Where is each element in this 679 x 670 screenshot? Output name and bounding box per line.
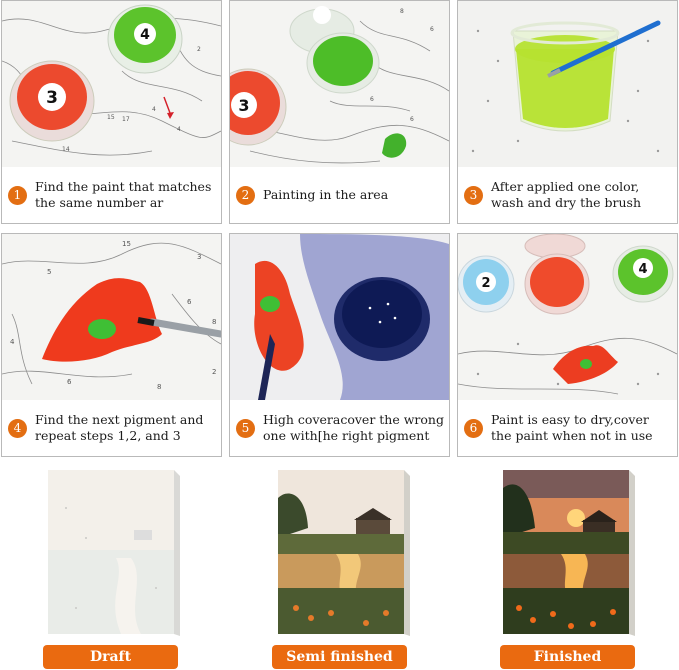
step-caption: 6 Paint is easy to dry,cover the paint w…	[458, 400, 677, 456]
svg-text:2: 2	[212, 368, 216, 376]
svg-text:6: 6	[430, 26, 434, 33]
pot-label: 3	[46, 88, 58, 108]
stage-label-draft: Draft	[43, 645, 178, 669]
svg-text:6: 6	[67, 378, 72, 386]
svg-text:8: 8	[400, 8, 404, 15]
semi-finished-canvas	[276, 468, 416, 636]
step-2-image: 8 6 6 6 3	[230, 1, 449, 167]
pot-label: 4	[140, 27, 150, 43]
painting-area-illustration: 8 6 6 6 3	[230, 1, 449, 167]
step-card-2: 8 6 6 6 3 2 Painting in the area	[229, 0, 450, 224]
paint-pot-icon: 3	[9, 60, 95, 142]
svg-text:17: 17	[122, 116, 130, 123]
semi-finished-canvas-image	[278, 470, 410, 636]
step-6-image: 2 4	[458, 234, 677, 400]
svg-text:6: 6	[370, 96, 374, 103]
svg-text:2: 2	[197, 46, 201, 53]
step-caption: 5 High coveracover the wrong one with[he…	[230, 400, 449, 456]
svg-text:4: 4	[152, 106, 156, 113]
svg-text:6: 6	[187, 298, 192, 306]
step-card-6: 2 4 6 Paint is easy to dry,cover the pai…	[457, 233, 678, 457]
step-card-5: 5 High coveracover the wrong one with[he…	[229, 233, 450, 457]
draft-canvas-image	[48, 470, 180, 636]
step-number-badge: 5	[236, 418, 255, 438]
paint-dry-illustration: 2 4	[458, 234, 677, 400]
step-number-badge: 6	[464, 418, 483, 438]
pot-label: 3	[238, 96, 249, 115]
paint-pots-on-canvas-illustration: 4 4 15 17 14 2 4 3	[2, 1, 221, 167]
svg-text:4: 4	[10, 338, 15, 346]
step-text: Find the next pigment and repeat steps 1…	[35, 412, 204, 443]
stage-label-finished: Finished	[500, 645, 635, 669]
step-number-badge: 3	[464, 185, 483, 205]
step-number-badge: 4	[8, 418, 27, 438]
pot-label: 4	[638, 262, 647, 277]
step-text: High coveracover the wrong one with[he r…	[263, 412, 444, 443]
step-number-badge: 2	[236, 185, 255, 205]
cover-wrong-pigment-illustration	[230, 234, 449, 400]
step-text: Find the paint that matches the same num…	[35, 179, 212, 210]
step-3-image	[458, 1, 677, 167]
svg-text:15: 15	[122, 240, 131, 248]
step-5-image	[230, 234, 449, 400]
step-number-badge: 1	[8, 185, 27, 205]
step-card-4: 15 3 5 6 8 6 8 4 2 4 Find the next pigment and…	[1, 233, 222, 457]
step-1-image: 4 4 15 17 14 2 4 3	[2, 1, 221, 167]
svg-text:6: 6	[410, 116, 414, 123]
step-text: Paint is easy to dry,cover the paint whe…	[491, 412, 653, 443]
paint-pot-icon	[334, 277, 430, 361]
step-card-3: 3 After applied one color, wash and dry …	[457, 0, 678, 224]
finished-canvas	[501, 468, 641, 636]
draft-canvas	[46, 468, 186, 636]
svg-text:8: 8	[157, 383, 161, 391]
finished-canvas-image	[503, 470, 635, 636]
pot-label: 2	[481, 276, 490, 291]
step-text: After applied one color, wash and dry th…	[491, 179, 642, 210]
paint-pot-icon: 4	[107, 4, 183, 74]
next-pigment-illustration: 15 3 5 6 8 6 8 4 2	[2, 234, 221, 400]
svg-text:15: 15	[107, 114, 115, 121]
water-cup-icon	[510, 21, 620, 132]
svg-text:4: 4	[177, 126, 181, 133]
paint-pot-icon: 2	[458, 255, 515, 313]
paint-pot-icon: 4	[612, 245, 674, 303]
wash-brush-illustration	[458, 1, 677, 167]
step-caption: 1 Find the paint that matches the same n…	[2, 167, 221, 223]
svg-text:3: 3	[197, 253, 201, 261]
step-caption: 4 Find the next pigment and repeat steps…	[2, 400, 221, 456]
step-caption: 2 Painting in the area	[230, 167, 449, 223]
step-text: Painting in the area	[263, 187, 389, 202]
step-4-image: 15 3 5 6 8 6 8 4 2	[2, 234, 221, 400]
svg-text:5: 5	[47, 268, 51, 276]
step-caption: 3 After applied one color, wash and dry …	[458, 167, 677, 223]
svg-text:14: 14	[62, 146, 70, 153]
stage-label-semi-finished: Semi finished	[272, 645, 407, 669]
paint-pot-icon	[524, 234, 590, 315]
step-card-1: 44 15 17 14 2 4 3 1 Find the paint that …	[1, 0, 222, 224]
svg-text:8: 8	[212, 318, 216, 326]
